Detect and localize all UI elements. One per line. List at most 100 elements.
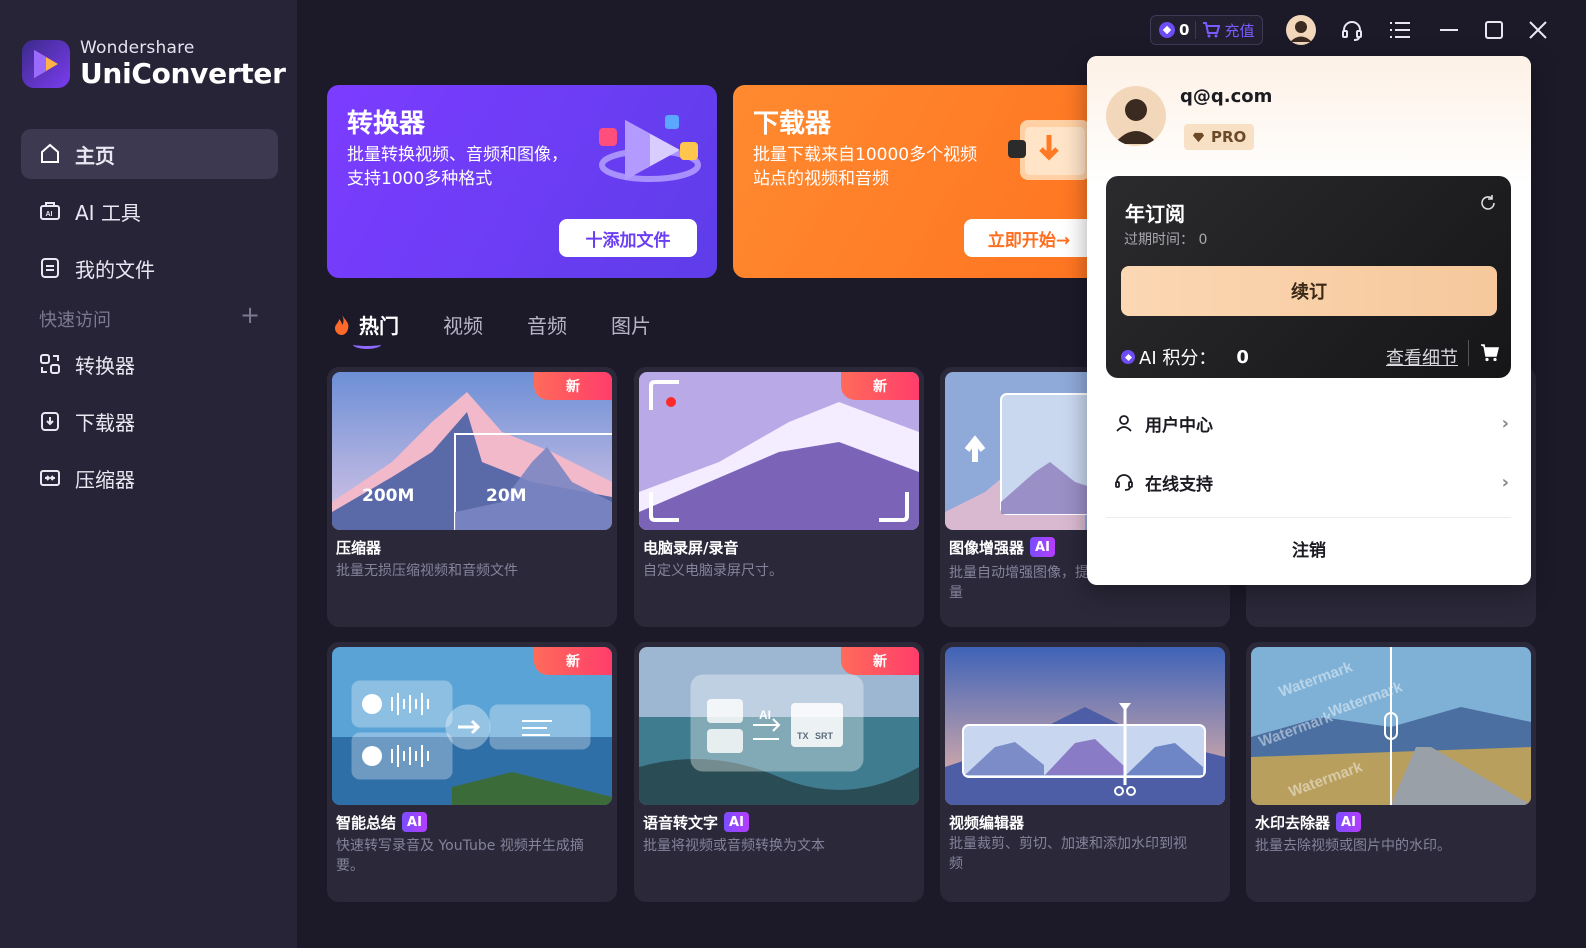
converter-illustration-icon: [595, 110, 705, 194]
menu-user-center[interactable]: 用户中心 ›: [1113, 403, 1509, 443]
card-description: 批量将视频或音频转换为文本: [643, 838, 825, 854]
sidebar-item-compressor[interactable]: 压缩器: [21, 453, 278, 503]
subscription-title: 年订阅: [1125, 202, 1185, 226]
tool-card-watermark-remover[interactable]: Watermark Watermark Watermark Watermark …: [1246, 642, 1536, 902]
view-details-link[interactable]: 查看细节: [1386, 344, 1458, 370]
card-description: 批量裁剪、剪切、加速和添加水印到视频: [949, 836, 1187, 872]
credits-count: 0: [1179, 21, 1190, 39]
compressor-icon: [37, 465, 63, 491]
brand-name: Wondershare: [80, 38, 195, 58]
fire-icon: [335, 314, 349, 335]
buy-credits-button[interactable]: [1468, 340, 1500, 366]
card-description: 快速转写录音及 YouTube 视频并生成摘要。: [336, 838, 584, 874]
menu-button[interactable]: [1384, 14, 1416, 46]
tool-card-smart-summary[interactable]: 新 智能总结 AI 快速转写录音及 YouTube 视频并生成摘要。: [327, 642, 617, 902]
quick-access-title: 快速访问: [39, 310, 111, 331]
sidebar-item-label: 主页: [75, 143, 115, 168]
credits-widget[interactable]: 0 充值: [1150, 15, 1264, 45]
ai-badge: AI: [724, 812, 749, 832]
tool-card-video-editor[interactable]: 视频编辑器 批量裁剪、剪切、加速和添加水印到视频: [940, 642, 1230, 902]
sidebar-item-home[interactable]: 主页: [21, 129, 278, 179]
tab-hot[interactable]: 热门: [333, 310, 399, 349]
downloader-banner-desc: 批量下载来自10000多个视频站点的视频和音频: [753, 145, 978, 189]
tab-audio[interactable]: 音频: [527, 310, 567, 339]
downloader-illustration-icon: [1005, 115, 1095, 194]
video-editor-thumbnail: [945, 647, 1225, 805]
ai-badge: AI: [1030, 537, 1055, 557]
uniconverter-logo-icon: [22, 40, 70, 88]
sidebar-item-label: 我的文件: [75, 257, 155, 282]
app-name: UniConverter: [80, 57, 286, 90]
watermark-remover-thumbnail: Watermark Watermark Watermark Watermark: [1251, 647, 1531, 805]
subscription-expiry: 过期时间： 0: [1124, 232, 1208, 248]
new-badge: 新: [534, 372, 612, 400]
ai-credit-icon: [1159, 22, 1175, 38]
close-icon: [1529, 21, 1547, 39]
tool-card-screen-recorder[interactable]: 新 电脑录屏/录音 自定义电脑录屏尺寸。: [634, 367, 924, 627]
converter-banner-title: 转换器: [347, 109, 426, 139]
support-button[interactable]: [1336, 14, 1368, 46]
list-menu-icon: [1390, 22, 1410, 38]
minimize-button[interactable]: [1433, 14, 1465, 46]
menu-label: 在线支持: [1145, 474, 1213, 495]
user-icon: [1113, 413, 1135, 433]
maximize-button[interactable]: [1478, 14, 1510, 46]
tx-label: TX: [797, 731, 809, 741]
converter-banner-desc: 批量转换视频、音频和图像，支持1000多种格式: [347, 145, 568, 189]
menu-label: 用户中心: [1145, 415, 1213, 436]
card-title: 图像增强器: [949, 538, 1025, 557]
tool-card-compressor[interactable]: 200M 20M 新 压缩器 批量无损压缩视频和音频文件: [327, 367, 617, 627]
file-icon: [37, 255, 63, 281]
ai-badge: AI: [1336, 812, 1361, 832]
compressor-thumbnail: 200M 20M 新: [332, 372, 612, 530]
downloader-banner-title: 下载器: [753, 109, 832, 139]
category-tabs: 热门 视频 音频 图片: [333, 310, 695, 349]
avatar-icon: [1286, 15, 1316, 45]
smart-summary-thumbnail: 新: [332, 647, 612, 805]
tab-label: 热门: [359, 314, 399, 338]
subscription-card: 年订阅 过期时间： 0 续订 AI 积分： 0 查看细节: [1106, 176, 1511, 378]
chevron-right-icon: ›: [1501, 412, 1509, 434]
renew-button[interactable]: 续订: [1121, 266, 1497, 316]
start-now-button[interactable]: 立即开始→: [964, 219, 1094, 257]
account-avatar-button[interactable]: [1285, 14, 1317, 46]
ai-label: AI: [759, 708, 771, 722]
close-button[interactable]: [1522, 14, 1554, 46]
sidebar-item-ai-tools[interactable]: AI AI 工具: [21, 186, 278, 236]
new-badge: 新: [534, 647, 612, 675]
converter-banner[interactable]: 转换器 批量转换视频、音频和图像，支持1000多种格式 十添加文件: [327, 85, 717, 278]
maximize-icon: [1485, 21, 1503, 39]
chevron-right-icon: ›: [1501, 471, 1509, 493]
logout-button[interactable]: 注销: [1087, 536, 1531, 561]
card-description: 自定义电脑录屏尺寸。: [643, 563, 783, 579]
user-email: q@q.com: [1180, 86, 1273, 107]
sidebar-item-my-files[interactable]: 我的文件: [21, 243, 278, 293]
converter-icon: [37, 351, 63, 377]
refresh-button[interactable]: [1479, 194, 1497, 216]
app-logo: Wondershare UniConverter: [22, 40, 286, 88]
card-title: 压缩器: [336, 538, 382, 557]
sidebar-item-converter[interactable]: 转换器: [21, 339, 278, 389]
ai-badge: AI: [402, 812, 427, 832]
ai-credits: AI 积分： 0: [1121, 344, 1249, 370]
add-files-button[interactable]: 十添加文件: [559, 219, 697, 257]
ai-toolbox-icon: AI: [37, 198, 63, 224]
size-after-label: 20M: [486, 486, 527, 506]
recharge-button[interactable]: 充值: [1202, 20, 1254, 41]
minimize-icon: [1440, 29, 1458, 31]
divider: [1106, 517, 1511, 518]
card-title: 智能总结: [336, 813, 397, 832]
tab-image[interactable]: 图片: [611, 310, 651, 339]
tab-video[interactable]: 视频: [443, 310, 483, 339]
sidebar-item-downloader[interactable]: 下载器: [21, 396, 278, 446]
add-quick-access-button[interactable]: +: [240, 303, 260, 327]
card-title: 电脑录屏/录音: [643, 538, 739, 557]
headset-icon: [1113, 472, 1135, 492]
home-icon: [37, 141, 63, 167]
tool-card-speech-to-text[interactable]: AI TX SRT 新 语音转文字 AI 批量将视频或音频转换为文本: [634, 642, 924, 902]
downloader-icon: [37, 408, 63, 434]
downloader-banner[interactable]: 下载器 批量下载来自10000多个视频站点的视频和音频 立即开始→: [733, 85, 1103, 278]
ai-credit-icon: [1121, 350, 1135, 364]
menu-online-support[interactable]: 在线支持 ›: [1113, 462, 1509, 502]
refresh-icon: [1481, 195, 1495, 210]
